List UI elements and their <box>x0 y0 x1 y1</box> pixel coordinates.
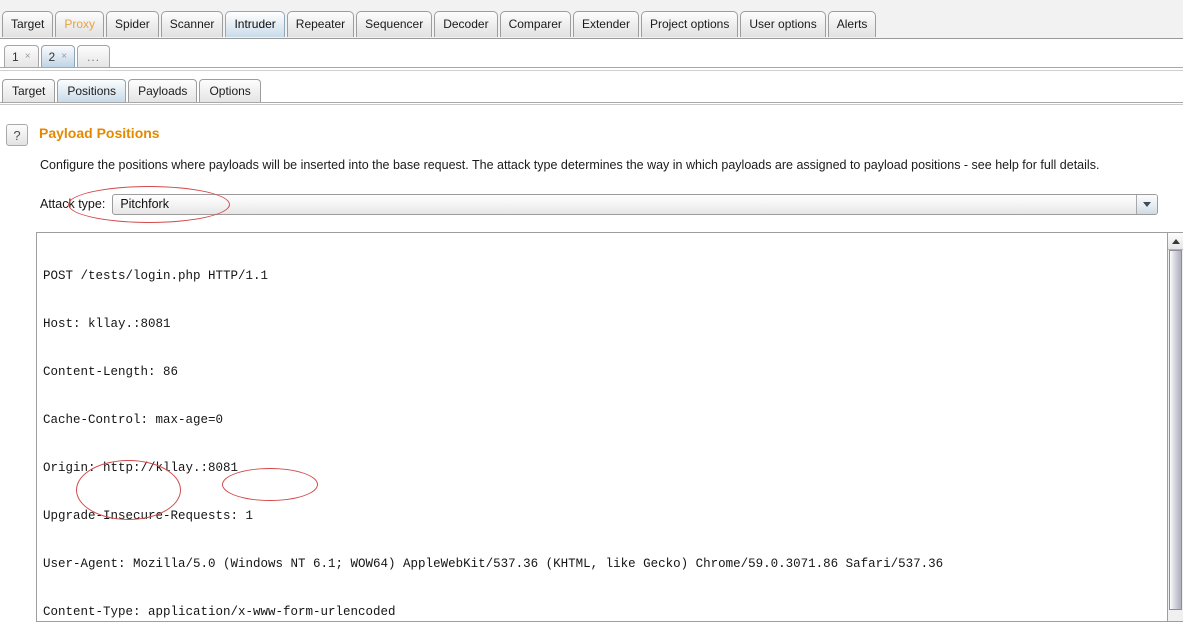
attack-tab-1[interactable]: 1 × <box>4 45 39 68</box>
attack-type-row: Attack type: Pitchfork <box>40 193 1159 215</box>
attack-tab-list: 1 × 2 × ... <box>4 45 112 68</box>
tab-label: Extender <box>581 17 630 31</box>
attack-tab-label: 2 <box>48 50 56 64</box>
sub-tab-list: Target Positions Payloads Options <box>2 79 263 103</box>
attack-type-label: Attack type: <box>40 197 106 211</box>
tab-repeater[interactable]: Repeater <box>286 11 355 37</box>
tab-label: Spider <box>115 17 150 31</box>
tab-label: Decoder <box>443 17 489 31</box>
divider <box>0 102 1183 103</box>
tab-target[interactable]: Target <box>2 11 54 37</box>
tab-label: Proxy <box>64 17 96 31</box>
tab-label: Project options <box>649 17 730 31</box>
help-icon[interactable]: ? <box>6 124 28 146</box>
attack-tab-bar: 1 × 2 × ... <box>0 39 1183 73</box>
tab-scanner[interactable]: Scanner <box>160 11 224 37</box>
sub-tab-label: Payloads <box>138 84 188 98</box>
request-line: Content-Length: 86 <box>43 365 179 379</box>
attack-tab-new[interactable]: ... <box>77 45 111 68</box>
page-title: Payload Positions <box>39 125 160 141</box>
request-text: POST /tests/login.php HTTP/1.1 Host: kll… <box>43 236 944 621</box>
request-line: Cache-Control: max-age=0 <box>43 413 224 427</box>
tab-alerts[interactable]: Alerts <box>827 11 877 37</box>
title-strip <box>0 0 1183 11</box>
tab-label: Alerts <box>836 17 868 31</box>
divider <box>0 104 1183 105</box>
request-editor[interactable]: POST /tests/login.php HTTP/1.1 Host: kll… <box>36 232 1183 622</box>
tab-intruder[interactable]: Intruder <box>225 11 285 37</box>
tab-user-options[interactable]: User options <box>740 11 826 37</box>
tab-sequencer[interactable]: Sequencer <box>356 11 433 37</box>
sub-tab-target[interactable]: Target <box>2 79 56 103</box>
close-icon[interactable]: × <box>61 46 67 68</box>
tab-label: Repeater <box>295 17 346 31</box>
main-tab-list: Target Proxy Spider Scanner Intruder Rep… <box>2 11 878 37</box>
tab-label: Sequencer <box>365 17 424 31</box>
request-line: POST /tests/login.php HTTP/1.1 <box>43 269 269 283</box>
editor-scrollbar[interactable] <box>1167 233 1183 621</box>
request-line: Content-Type: application/x-www-form-url… <box>43 605 396 619</box>
sub-tab-bar: Target Positions Payloads Options <box>0 74 1183 106</box>
tab-project-options[interactable]: Project options <box>640 11 739 37</box>
attack-type-value: Pitchfork <box>120 197 169 211</box>
attack-tab-2[interactable]: 2 × <box>40 45 76 68</box>
tab-label: Scanner <box>169 17 215 31</box>
attack-tab-label: ... <box>87 50 101 64</box>
burp-suite-window: Target Proxy Spider Scanner Intruder Rep… <box>0 0 1183 622</box>
tab-decoder[interactable]: Decoder <box>434 11 498 37</box>
divider <box>0 67 1183 68</box>
tab-label: Comparer <box>508 17 562 31</box>
chevron-down-icon[interactable] <box>1136 194 1158 214</box>
main-tab-bar: Target Proxy Spider Scanner Intruder Rep… <box>0 0 1183 39</box>
tab-extender[interactable]: Extender <box>572 11 639 37</box>
attack-type-select[interactable]: Pitchfork <box>112 193 1159 215</box>
scroll-up-icon[interactable] <box>1168 233 1183 250</box>
tab-label: Intruder <box>234 17 276 31</box>
section-description: Configure the positions where payloads w… <box>40 158 1100 172</box>
tab-label: User options <box>749 17 817 31</box>
scrollbar-thumb[interactable] <box>1169 250 1182 610</box>
request-line: Origin: http://kllay.:8081 <box>43 461 239 475</box>
request-line: User-Agent: Mozilla/5.0 (Windows NT 6.1;… <box>43 557 944 571</box>
sub-tab-label: Target <box>12 84 46 98</box>
close-icon[interactable]: × <box>25 46 31 68</box>
sub-tab-payloads[interactable]: Payloads <box>128 79 198 103</box>
tab-proxy[interactable]: Proxy <box>55 11 105 37</box>
request-line: Upgrade-Insecure-Requests: 1 <box>43 509 254 523</box>
tab-comparer[interactable]: Comparer <box>499 11 571 37</box>
tab-spider[interactable]: Spider <box>106 11 159 37</box>
sub-tab-label: Options <box>209 84 251 98</box>
tab-label: Target <box>11 17 45 31</box>
request-line: Host: kllay.:8081 <box>43 317 171 331</box>
divider <box>0 70 1183 71</box>
sub-tab-options[interactable]: Options <box>199 79 261 103</box>
sub-tab-label: Positions <box>67 84 117 98</box>
sub-tab-positions[interactable]: Positions <box>57 79 127 103</box>
attack-tab-label: 1 <box>12 50 19 64</box>
